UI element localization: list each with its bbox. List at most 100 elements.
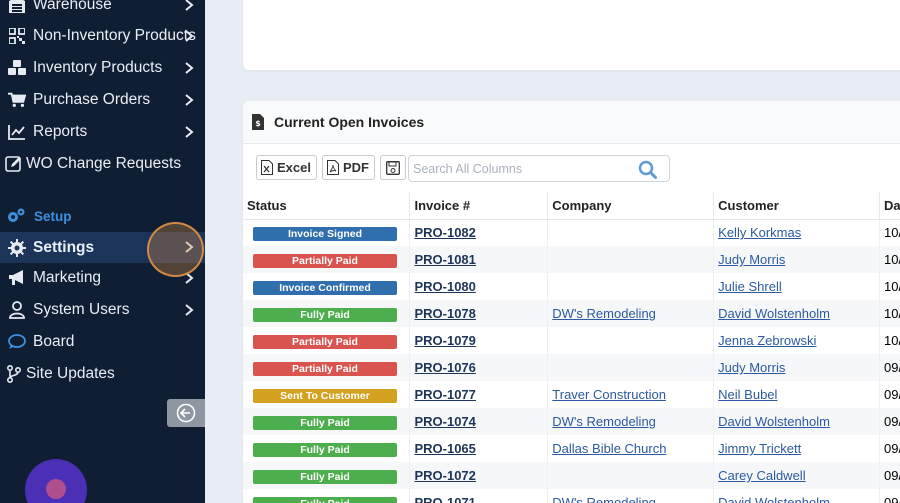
table-row[interactable]: Invoice Signed PRO-1082 Kelly Korkmas 10/ <box>243 219 900 246</box>
customer-link[interactable]: Judy Morris <box>718 360 785 375</box>
sidebar-item-system-users[interactable]: System Users <box>0 295 205 325</box>
branch-icon <box>5 365 23 383</box>
customer-link[interactable]: David Wolstenholm <box>718 495 830 503</box>
date-text: 09/ <box>884 441 900 456</box>
customer-link[interactable]: David Wolstenholm <box>718 306 830 321</box>
table-row[interactable]: Fully Paid PRO-1078 DW's Remodeling David W… <box>243 300 900 327</box>
status-badge: Partially Paid <box>253 334 397 349</box>
edit-icon <box>5 155 23 173</box>
sidebar-item-board[interactable]: Board <box>0 327 205 357</box>
customer-cell: David Wolstenholm <box>713 300 881 327</box>
invoice-link[interactable]: PRO-1065 <box>414 441 475 456</box>
status-cell: Fully Paid <box>243 435 411 462</box>
date-cell: 10/ <box>879 273 900 300</box>
pdf-export-button[interactable]: PDF <box>321 155 375 180</box>
customer-link[interactable]: Julie Shrell <box>718 279 782 294</box>
invoice-link[interactable]: PRO-1077 <box>414 387 475 402</box>
customer-link[interactable]: Judy Morris <box>718 252 785 267</box>
chat-widget-button[interactable] <box>25 459 87 503</box>
sidebar-item-warehouse[interactable]: Warehouse <box>0 0 205 20</box>
invoice-cell: PRO-1079 <box>409 327 549 354</box>
sidebar-item-wo-change-requests[interactable]: WO Change Requests <box>0 149 205 179</box>
company-link[interactable]: DW's Remodeling <box>552 495 656 503</box>
sidebar-item-site-updates[interactable]: Site Updates <box>0 359 205 389</box>
invoice-link[interactable]: PRO-1076 <box>414 360 475 375</box>
company-cell <box>547 354 715 381</box>
invoice-cell: PRO-1077 <box>409 381 549 408</box>
open-invoices-card: $ Current Open Invoices Excel PDF Status… <box>243 101 900 503</box>
table-row[interactable]: Fully Paid PRO-1072 Carey Caldwell 09/ <box>243 462 900 489</box>
status-cell: Invoice Signed <box>243 219 411 246</box>
table-row[interactable]: Partially Paid PRO-1079 Jenna Zebrowski 10/ <box>243 327 900 354</box>
cart-icon <box>8 91 26 109</box>
excel-export-button[interactable]: Excel <box>256 155 317 180</box>
invoice-cell: PRO-1078 <box>409 300 549 327</box>
company-cell: DW's Remodeling <box>547 300 715 327</box>
sidebar-item-purchase-orders[interactable]: Purchase Orders <box>0 85 205 115</box>
invoice-link[interactable]: PRO-1072 <box>414 468 475 483</box>
column-header-date[interactable]: Da <box>879 192 900 220</box>
customer-link[interactable]: David Wolstenholm <box>718 414 830 429</box>
svg-text:$: $ <box>255 119 261 128</box>
status-badge: Fully Paid <box>253 496 397 503</box>
chat-widget-dot <box>46 479 66 499</box>
invoice-link[interactable]: PRO-1080 <box>414 279 475 294</box>
date-text: 10/ <box>884 252 900 267</box>
sidebar-item-reports[interactable]: Reports <box>0 117 205 147</box>
company-link[interactable]: DW's Remodeling <box>552 414 656 429</box>
date-cell: 10/ <box>879 300 900 327</box>
invoice-link[interactable]: PRO-1081 <box>414 252 475 267</box>
invoices-table: Status Invoice # Company Customer Da Inv… <box>243 192 900 503</box>
company-cell: Dallas Bible Church <box>547 435 715 462</box>
table-row[interactable]: Partially Paid PRO-1081 Judy Morris 10/ <box>243 246 900 273</box>
table-row[interactable]: Fully Paid PRO-1065 Dallas Bible Church Jim… <box>243 435 900 462</box>
top-card <box>243 0 900 70</box>
invoice-link[interactable]: PRO-1079 <box>414 333 475 348</box>
sidebar-item-non-inventory-products[interactable]: Non-Inventory Products <box>0 21 205 51</box>
date-text: 10/ <box>884 225 900 241</box>
pdf-button-label: PDF <box>342 160 369 175</box>
status-cell: Fully Paid <box>243 300 411 327</box>
table-row[interactable]: Fully Paid PRO-1074 DW's Remodeling David W… <box>243 408 900 435</box>
customer-cell: Judy Morris <box>713 354 881 381</box>
search-icon[interactable] <box>638 160 657 179</box>
sidebar-item-inventory-products[interactable]: Inventory Products <box>0 53 205 83</box>
table-row[interactable]: Fully Paid PRO-1071 DW's Remodeling David W… <box>243 489 900 503</box>
invoice-link[interactable]: PRO-1071 <box>414 495 475 503</box>
collapse-sidebar-button[interactable] <box>167 399 205 427</box>
invoice-link[interactable]: PRO-1082 <box>414 225 475 240</box>
table-row[interactable]: Sent To Customer PRO-1077 Traver Construct… <box>243 381 900 408</box>
column-header-company[interactable]: Company <box>547 192 715 220</box>
company-link[interactable]: Traver Construction <box>552 387 666 402</box>
customer-link[interactable]: Neil Bubel <box>718 387 777 402</box>
invoice-cell: PRO-1072 <box>409 462 549 489</box>
company-link[interactable]: DW's Remodeling <box>552 306 656 321</box>
table-row[interactable]: Partially Paid PRO-1076 Judy Morris 09/ <box>243 354 900 381</box>
users-icon <box>8 301 26 319</box>
card-title: Current Open Invoices <box>274 114 425 130</box>
invoice-link[interactable]: PRO-1074 <box>414 414 475 429</box>
table-row[interactable]: Invoice Confirmed PRO-1080 Julie Shrell 10/ <box>243 273 900 300</box>
column-header-customer[interactable]: Customer <box>713 192 881 220</box>
company-link[interactable]: Dallas Bible Church <box>552 441 666 456</box>
customer-link[interactable]: Jenna Zebrowski <box>718 333 816 348</box>
gears-icon <box>8 208 25 222</box>
company-cell: DW's Remodeling <box>547 489 715 503</box>
status-cell: Sent To Customer <box>243 381 411 408</box>
chevron-right-icon <box>185 30 194 42</box>
invoice-link[interactable]: PRO-1078 <box>414 306 475 321</box>
invoice-cell: PRO-1076 <box>409 354 549 381</box>
sidebar-item-label: Reports <box>33 123 88 140</box>
customer-link[interactable]: Kelly Korkmas <box>718 225 801 240</box>
customer-link[interactable]: Carey Caldwell <box>718 468 805 483</box>
sidebar-item-label: Inventory Products <box>33 59 163 76</box>
status-cell: Fully Paid <box>243 462 411 489</box>
customer-link[interactable]: Jimmy Trickett <box>718 441 801 456</box>
customer-cell: David Wolstenholm <box>713 489 881 503</box>
sidebar-item-label: Board <box>33 333 75 350</box>
save-button[interactable] <box>379 155 406 180</box>
excel-file-icon <box>261 160 273 175</box>
column-header-status[interactable]: Status <box>243 192 411 220</box>
column-header-invoice[interactable]: Invoice # <box>409 192 549 220</box>
search-input[interactable] <box>409 156 629 181</box>
